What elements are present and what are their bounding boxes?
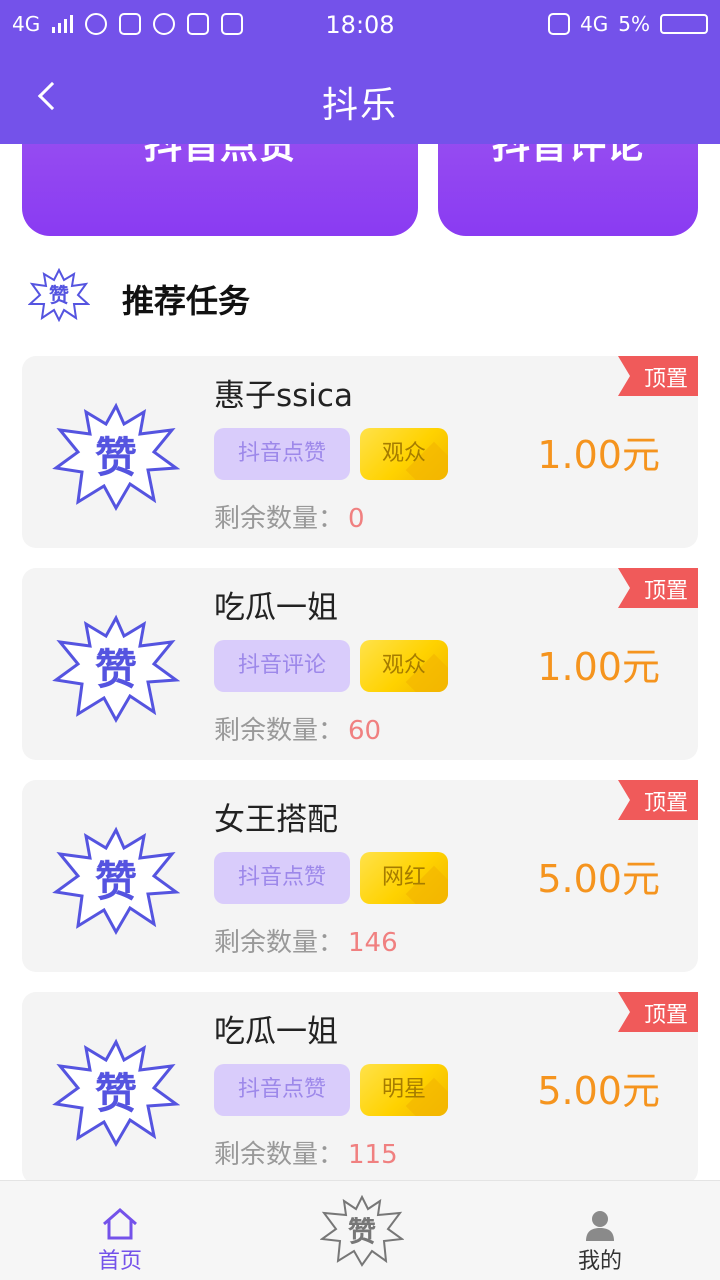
- remaining-count: 剩余数量： 146: [214, 922, 398, 959]
- user-icon: [586, 1211, 614, 1241]
- bottom-nav: 首页 赞 我的: [0, 1180, 720, 1280]
- battery-percent: 5%: [618, 12, 650, 36]
- task-card[interactable]: 赞 吃瓜一姐 抖音评论 观众 1.00元 剩余数量： 60 顶置: [22, 568, 698, 760]
- pinned-badge: 顶置: [618, 780, 698, 820]
- task-card[interactable]: 赞 惠子ssica 抖音点赞 观众 1.00元 剩余数量： 0 顶置: [22, 356, 698, 548]
- app-header: 抖乐: [0, 52, 720, 144]
- recommended-section-header: 赞 推荐任务: [22, 264, 698, 328]
- task-type-tag: 抖音点赞: [214, 1064, 350, 1116]
- like-logo-icon: 赞: [52, 402, 180, 512]
- svg-text:赞: 赞: [347, 1215, 376, 1248]
- section-title: 推荐任务: [122, 282, 251, 320]
- level-badge: 观众: [360, 428, 448, 480]
- nav-me[interactable]: 我的: [540, 1181, 660, 1280]
- level-badge: 观众: [360, 640, 448, 692]
- page-title: 抖乐: [321, 85, 398, 126]
- remaining-count: 剩余数量： 60: [214, 710, 381, 747]
- task-name: 吃瓜一姐: [214, 1014, 338, 1050]
- vibrate-icon: [548, 13, 571, 35]
- svg-text:赞: 赞: [95, 1069, 137, 1118]
- remaining-count: 剩余数量： 0: [214, 498, 365, 535]
- battery-icon: [660, 14, 708, 34]
- pin-label: 顶置: [643, 367, 688, 392]
- remaining-value: 146: [348, 928, 398, 958]
- status-bar: 4G 18:08 4G 5%: [0, 0, 720, 52]
- remaining-label: 剩余数量：: [214, 1140, 345, 1170]
- level-badge: 明星: [360, 1064, 448, 1116]
- like-logo-icon: 赞: [52, 1038, 180, 1148]
- remaining-label: 剩余数量：: [214, 716, 345, 746]
- status-right: 4G 5%: [548, 12, 708, 36]
- svg-text:赞: 赞: [95, 857, 137, 906]
- remaining-value: 60: [348, 716, 382, 746]
- pin-label: 顶置: [643, 791, 688, 816]
- task-name: 女王搭配: [214, 802, 338, 838]
- task-card[interactable]: 赞 女王搭配 抖音点赞 网红 5.00元 剩余数量： 146 顶置: [22, 780, 698, 972]
- task-name: 吃瓜一姐: [214, 590, 338, 626]
- pinned-badge: 顶置: [618, 992, 698, 1032]
- remaining-value: 115: [348, 1140, 398, 1170]
- like-logo-icon: 赞: [28, 268, 90, 322]
- task-type-tag: 抖音点赞: [214, 852, 350, 904]
- task-price: 1.00元: [537, 645, 660, 689]
- app-root: 4G 18:08 4G 5% 抖乐 抖音点赞 抖音评论 赞 推荐任务 赞 惠子s…: [0, 0, 720, 1280]
- task-card[interactable]: 赞 吃瓜一姐 抖音点赞 明星 5.00元 剩余数量： 115 顶置: [22, 992, 698, 1184]
- nav-home-label: 首页: [97, 1249, 142, 1274]
- pinned-badge: 顶置: [618, 356, 698, 396]
- pin-label: 顶置: [643, 579, 688, 604]
- task-type-tag: 抖音评论: [214, 640, 350, 692]
- like-center-icon[interactable]: 赞: [320, 1195, 404, 1267]
- level-badge: 网红: [360, 852, 448, 904]
- svg-text:赞: 赞: [48, 283, 69, 307]
- like-logo-icon: 赞: [52, 826, 180, 936]
- remaining-count: 剩余数量： 115: [214, 1134, 398, 1171]
- like-logo-icon: 赞: [52, 614, 180, 724]
- remaining-label: 剩余数量：: [214, 928, 345, 958]
- pinned-badge: 顶置: [618, 568, 698, 608]
- remaining-value: 0: [348, 504, 365, 534]
- svg-text:赞: 赞: [95, 433, 137, 482]
- pin-label: 顶置: [643, 1003, 688, 1028]
- level-label: 观众: [381, 653, 426, 678]
- nav-me-label: 我的: [577, 1249, 622, 1274]
- task-price: 5.00元: [537, 857, 660, 901]
- remaining-label: 剩余数量：: [214, 504, 345, 534]
- home-icon: [103, 1208, 137, 1240]
- task-name: 惠子ssica: [214, 378, 353, 414]
- level-label: 观众: [381, 441, 426, 466]
- level-label: 网红: [381, 865, 426, 890]
- task-price: 5.00元: [537, 1069, 660, 1113]
- level-label: 明星: [381, 1077, 426, 1102]
- task-type-tag: 抖音点赞: [214, 428, 350, 480]
- network-type: 4G: [580, 12, 609, 36]
- task-price: 1.00元: [537, 433, 660, 477]
- nav-home[interactable]: 首页: [60, 1181, 180, 1280]
- svg-text:赞: 赞: [95, 645, 137, 694]
